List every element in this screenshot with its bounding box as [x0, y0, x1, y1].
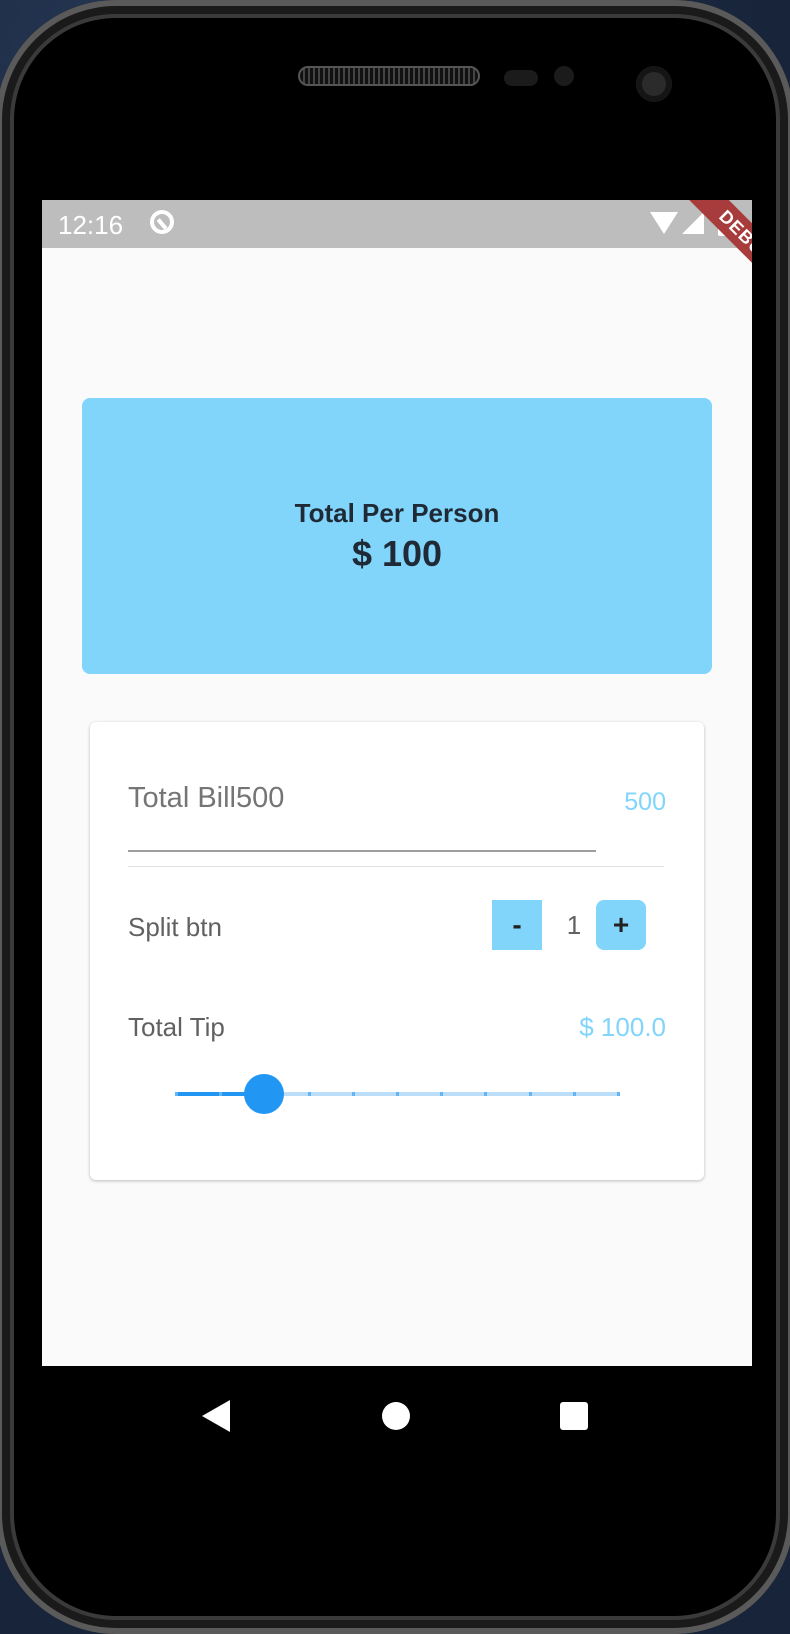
speaker-grille: [298, 66, 480, 86]
navigation-bar: [42, 1366, 752, 1466]
total-bill-field[interactable]: Total Bill 500: [128, 782, 596, 852]
tip-slider-tick: [219, 1092, 223, 1096]
total-bill-value: 500: [236, 782, 285, 814]
tip-slider-tick: [572, 1092, 576, 1096]
wifi-icon: [650, 212, 678, 234]
split-increment-button[interactable]: +: [596, 900, 646, 950]
total-per-person-card: Total Per Person $ 100: [82, 398, 712, 674]
split-count: 1: [566, 910, 582, 940]
tip-slider-tick: [175, 1092, 178, 1096]
total-bill-label: Total Bill: [128, 782, 236, 814]
status-bar: 12:16: [42, 200, 752, 248]
total-tip-value: $ 100.0: [579, 1012, 666, 1042]
split-decrement-button[interactable]: -: [492, 900, 542, 950]
tip-slider-tick: [484, 1092, 488, 1096]
bill-input-card: Total Bill 500 500 Split btn - 1 + Total …: [90, 722, 704, 1180]
tip-slider-thumb[interactable]: [244, 1074, 285, 1114]
app-screen: 12:16 DEBUG Total Per Person $ 100 Total…: [42, 200, 752, 1366]
home-icon[interactable]: [382, 1402, 410, 1430]
tip-slider-tick: [351, 1092, 355, 1096]
front-camera: [636, 66, 672, 102]
total-per-person-label: Total Per Person: [294, 497, 500, 528]
total-per-person-amount: $ 100: [351, 532, 443, 574]
light-sensor: [554, 66, 574, 86]
divider: [128, 866, 664, 867]
proximity-sensor: [504, 70, 538, 86]
split-label: Split btn: [128, 912, 222, 942]
tip-slider-tick: [528, 1092, 532, 1096]
tip-slider-tick: [440, 1092, 444, 1096]
status-time: 12:16: [58, 210, 124, 240]
tip-slider-tick: [617, 1092, 620, 1096]
bill-echo-value: 500: [624, 788, 666, 816]
tip-slider-tick: [396, 1092, 399, 1096]
sync-status-icon: [150, 210, 174, 234]
total-tip-label: Total Tip: [128, 1012, 225, 1042]
recents-icon[interactable]: [560, 1402, 588, 1430]
tip-slider-tick: [307, 1092, 311, 1096]
back-icon[interactable]: [202, 1400, 230, 1432]
signal-icon: [682, 212, 704, 234]
